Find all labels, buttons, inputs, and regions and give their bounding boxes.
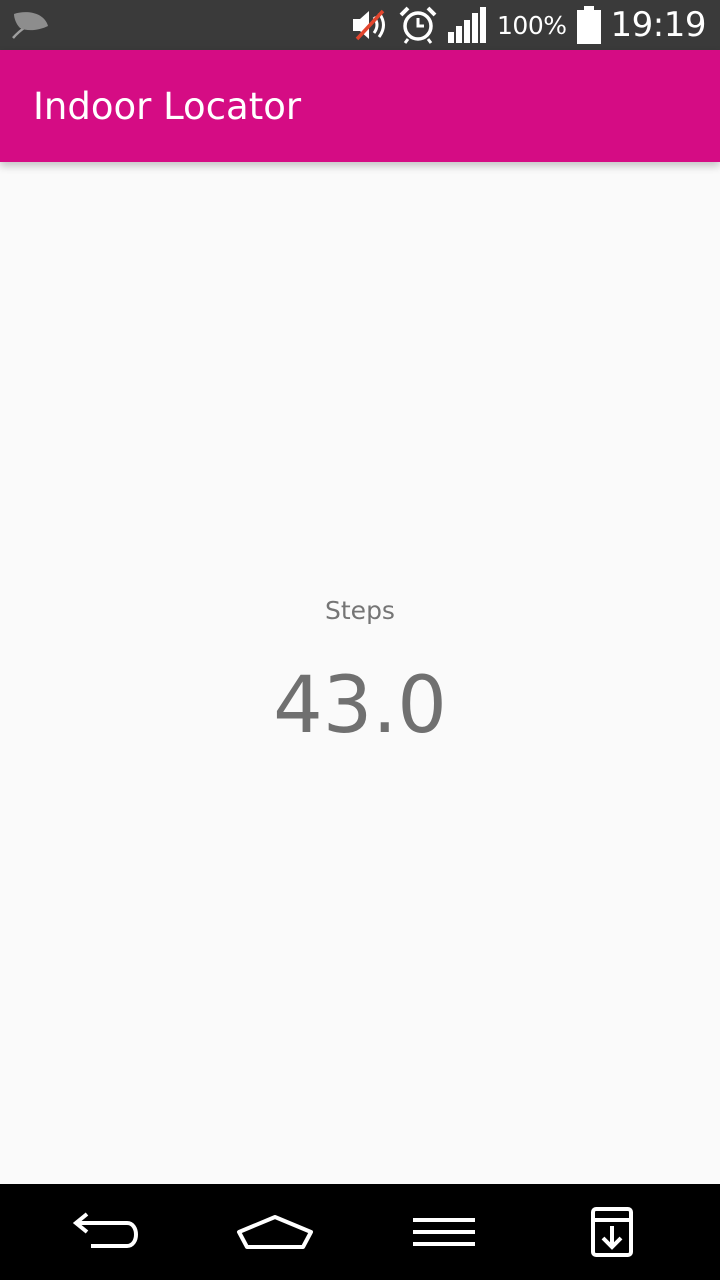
app-bar: Indoor Locator: [0, 50, 720, 162]
leaf-icon: [12, 12, 48, 39]
status-bar: 100% 19:19: [0, 0, 720, 50]
alarm-clock-icon: [399, 6, 437, 44]
download-icon: [591, 1207, 633, 1257]
battery-percent: 100%: [497, 10, 567, 40]
home-button[interactable]: [215, 1184, 335, 1280]
menu-icon: [413, 1218, 475, 1246]
app-title: Indoor Locator: [33, 85, 302, 128]
steps-label: Steps: [325, 596, 395, 625]
menu-button[interactable]: [384, 1184, 504, 1280]
back-button[interactable]: [47, 1184, 167, 1280]
muted-speaker-icon: [353, 9, 386, 41]
steps-value: 43.0: [273, 661, 447, 751]
signal-bars-icon: [448, 7, 487, 43]
back-icon: [72, 1212, 138, 1248]
battery-icon: [576, 6, 601, 44]
clock: 19:19: [610, 5, 707, 45]
screen: 100% 19:19 Indoor Locator Steps 43.0: [0, 0, 720, 1280]
download-button[interactable]: [552, 1184, 672, 1280]
main-content: Steps 43.0: [0, 162, 720, 1184]
status-icons: 100% 19:19: [349, 0, 707, 50]
home-icon: [237, 1215, 313, 1249]
navigation-bar: [0, 1184, 720, 1280]
